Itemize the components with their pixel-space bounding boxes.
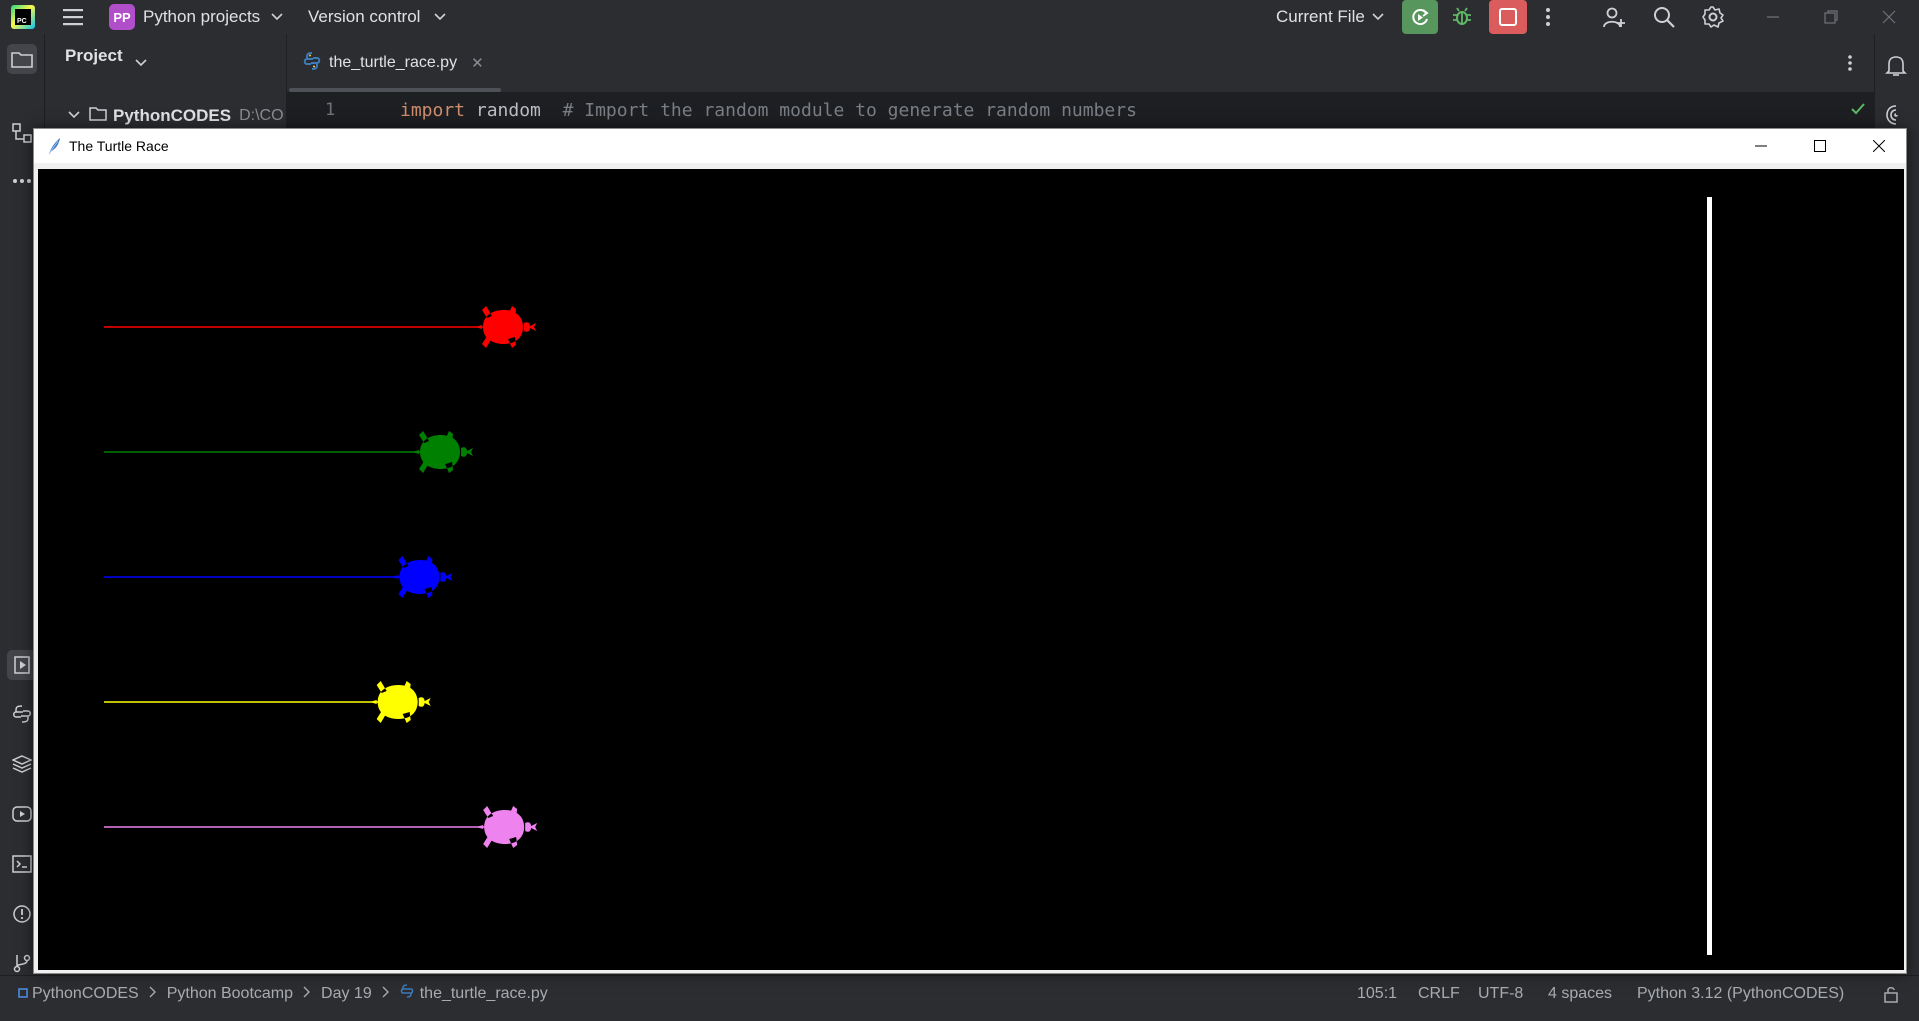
folder-icon bbox=[89, 106, 107, 126]
breadcrumb-item[interactable]: Python Bootcamp bbox=[167, 985, 293, 1003]
more-tools-icon[interactable] bbox=[9, 168, 35, 194]
git-icon[interactable] bbox=[9, 950, 35, 976]
feather-icon bbox=[46, 137, 62, 160]
debug-bug-icon[interactable] bbox=[1448, 4, 1476, 30]
code-keyword: import bbox=[400, 100, 466, 121]
breadcrumb-item[interactable]: Day 19 bbox=[321, 985, 372, 1003]
line-number: 1 bbox=[325, 100, 336, 120]
tree-root-label: PythonCODES bbox=[113, 106, 232, 125]
turtle-red bbox=[475, 306, 537, 348]
turtle-window-titlebar[interactable]: The Turtle Race bbox=[34, 129, 1906, 163]
chevron-down-icon[interactable] bbox=[1372, 12, 1384, 22]
breadcrumb: PythonCODES Python Bootcamp Day 19 the_t… bbox=[18, 976, 548, 1011]
add-user-icon[interactable] bbox=[1600, 3, 1628, 31]
chevron-right-icon bbox=[149, 985, 157, 1003]
taskbar-edge bbox=[0, 1011, 1919, 1021]
project-selector[interactable]: Python projects bbox=[143, 0, 260, 34]
python-file-icon bbox=[400, 984, 414, 1003]
turtle-window: The Turtle Race bbox=[33, 128, 1907, 974]
code-comment: # Import the random module to generate r… bbox=[540, 100, 1137, 121]
more-actions-icon[interactable] bbox=[1536, 4, 1560, 30]
editor-tab-bar: the_turtle_race.py ✕ bbox=[287, 34, 1919, 93]
tab-options-icon[interactable] bbox=[1839, 52, 1861, 74]
caret-position[interactable]: 105:1 bbox=[1357, 976, 1397, 1011]
python-file-icon bbox=[303, 51, 321, 75]
code-identifier: random bbox=[465, 100, 541, 121]
python-console-icon[interactable] bbox=[9, 701, 35, 727]
finish-line bbox=[1707, 197, 1712, 955]
chevron-down-icon[interactable] bbox=[434, 12, 446, 22]
race-track bbox=[104, 197, 1712, 955]
active-tab-indicator bbox=[289, 88, 501, 92]
logo-text: PC bbox=[15, 9, 31, 25]
problems-icon[interactable] bbox=[9, 901, 35, 927]
ide-restore-icon[interactable] bbox=[1818, 5, 1844, 29]
python-interpreter[interactable]: Python 3.12 (PythonCODES) bbox=[1637, 976, 1844, 1011]
chevron-down-icon[interactable] bbox=[135, 55, 147, 73]
project-folder-icon[interactable] bbox=[7, 44, 37, 74]
gear-icon[interactable] bbox=[1699, 3, 1727, 31]
services-icon[interactable] bbox=[9, 801, 35, 827]
rerun-button[interactable] bbox=[1402, 0, 1438, 34]
version-control-menu[interactable]: Version control bbox=[308, 0, 420, 34]
ide-toolbar: PC PP Python projects Version control Cu… bbox=[0, 0, 1919, 34]
editor-tab-label: the_turtle_race.py bbox=[329, 54, 458, 71]
turtle-yellow bbox=[369, 681, 431, 723]
ai-assistant-icon[interactable] bbox=[1885, 104, 1907, 131]
code-line[interactable]: import random # Import the random module… bbox=[400, 100, 1137, 121]
stop-button[interactable] bbox=[1489, 0, 1527, 34]
notifications-bell-icon[interactable] bbox=[1885, 54, 1907, 83]
turtle-blue bbox=[391, 556, 453, 598]
turtle-violet bbox=[476, 806, 538, 848]
line-separator[interactable]: CRLF bbox=[1418, 976, 1460, 1011]
chevron-down-icon[interactable] bbox=[271, 12, 283, 22]
editor-tab[interactable]: the_turtle_race.py ✕ bbox=[287, 34, 502, 92]
layers-icon[interactable] bbox=[9, 751, 35, 777]
main-menu-icon[interactable] bbox=[60, 6, 86, 28]
breadcrumb-item[interactable]: PythonCODES bbox=[32, 985, 139, 1003]
indent-setting[interactable]: 4 spaces bbox=[1548, 976, 1612, 1011]
ide-close-icon[interactable] bbox=[1876, 5, 1902, 29]
tree-root-path: D:\CO bbox=[239, 107, 284, 124]
project-badge[interactable]: PP bbox=[109, 4, 135, 30]
minimize-icon[interactable] bbox=[1738, 129, 1784, 163]
search-icon[interactable] bbox=[1650, 3, 1678, 31]
chevron-right-icon bbox=[303, 985, 311, 1003]
chevron-right-icon bbox=[382, 985, 390, 1003]
breadcrumb-item[interactable]: the_turtle_race.py bbox=[420, 985, 548, 1003]
lock-icon[interactable] bbox=[1882, 976, 1900, 1011]
structure-icon[interactable] bbox=[9, 120, 35, 146]
module-icon bbox=[18, 985, 28, 1003]
ide-minimize-icon[interactable] bbox=[1760, 5, 1786, 29]
terminal-icon[interactable] bbox=[9, 851, 35, 877]
turtle-canvas[interactable] bbox=[38, 169, 1904, 970]
turtle-window-title: The Turtle Race bbox=[69, 138, 169, 154]
no-problems-check-icon[interactable] bbox=[1850, 102, 1866, 121]
project-panel-title[interactable]: Project bbox=[65, 46, 123, 66]
turtle-green bbox=[412, 431, 474, 473]
tree-root-item[interactable]: PythonCODES D:\CO bbox=[67, 104, 307, 128]
run-configuration-selector[interactable]: Current File bbox=[1276, 0, 1365, 34]
close-tab-icon[interactable]: ✕ bbox=[471, 54, 484, 72]
chevron-down-icon[interactable] bbox=[67, 107, 81, 125]
pycharm-logo-icon[interactable]: PC bbox=[11, 5, 35, 29]
close-icon[interactable] bbox=[1856, 129, 1902, 163]
status-bar: PythonCODES Python Bootcamp Day 19 the_t… bbox=[0, 975, 1919, 1011]
maximize-icon[interactable] bbox=[1797, 129, 1843, 163]
file-encoding[interactable]: UTF-8 bbox=[1478, 976, 1523, 1011]
